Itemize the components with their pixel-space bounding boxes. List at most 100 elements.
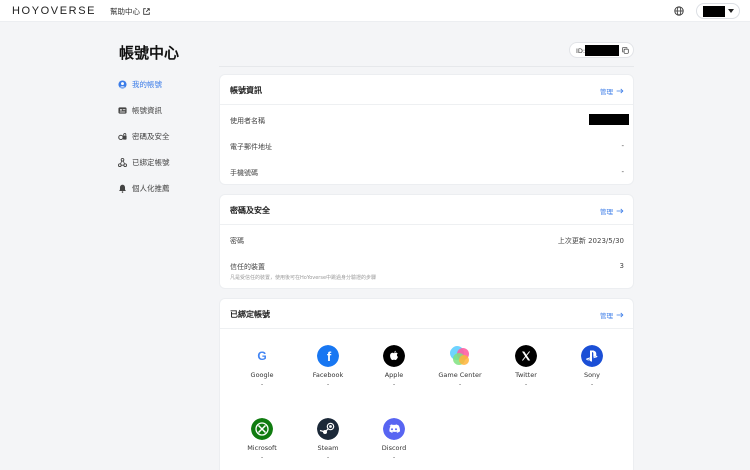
account-name: Discord (381, 444, 407, 452)
google-icon: G (251, 345, 273, 367)
discord-icon (383, 418, 405, 440)
hoyoverse-logo[interactable]: HOYOVERSE (12, 5, 96, 17)
account-name: Steam (317, 444, 339, 452)
title-divider (219, 66, 634, 67)
phone-row: 手機號碼 - (220, 165, 633, 179)
user-menu-button[interactable] (696, 3, 740, 19)
account-value: - (590, 380, 594, 388)
sidebar-item-label: 我的帳號 (132, 79, 162, 89)
linked-account-steam[interactable]: Steam - (295, 418, 361, 470)
sidebar-item-personalized[interactable]: 個人化推薦 (118, 182, 170, 194)
external-link-icon (143, 8, 150, 15)
trusted-devices-note: 凡是受信任的裝置，使用後可在HoYoverse中跳過身分驗證的步驟 (230, 275, 377, 281)
account-value: - (392, 453, 396, 461)
account-value: - (260, 453, 264, 461)
account-value: - (458, 380, 462, 388)
arrow-right-icon (616, 312, 624, 318)
bell-icon (119, 184, 126, 193)
sidebar-item-label: 帳號資訊 (132, 105, 162, 115)
steam-icon (317, 418, 339, 440)
arrow-right-icon (616, 208, 624, 214)
account-name: Microsoft (247, 444, 277, 452)
card-title: 密碼及安全 (230, 206, 270, 215)
chevron-down-icon (728, 9, 734, 13)
row-value: - (621, 142, 624, 150)
account-value: - (392, 380, 396, 388)
xbox-icon (251, 418, 273, 440)
linked-account-google[interactable]: G Google - (229, 345, 295, 397)
account-name: Sony (583, 371, 601, 379)
link-nodes-icon (118, 157, 127, 167)
user-circle-icon (118, 79, 127, 89)
sidebar-item-my-account[interactable]: 我的帳號 (118, 78, 162, 90)
row-value: 上次更新 2023/5/30 (557, 237, 624, 245)
row-value: 3 (619, 262, 624, 270)
email-row: 電子郵件地址 - (220, 139, 633, 153)
row-label: 手機號碼 (230, 169, 258, 177)
username-row: 使用者名稱 (220, 113, 633, 127)
card-title: 已綁定帳號 (230, 310, 270, 319)
linked-account-twitter[interactable]: Twitter - (493, 345, 559, 397)
manage-account-info-button[interactable]: 管理 (600, 86, 624, 96)
copy-icon[interactable] (622, 47, 629, 54)
linked-account-apple[interactable]: Apple - (361, 345, 427, 397)
manage-label: 管理 (600, 312, 613, 320)
security-card: 密碼及安全 管理 密碼 上次更新 2023/5/30 信任的裝置 3 凡是受信任… (219, 194, 634, 289)
account-name: Twitter (515, 371, 537, 379)
facebook-icon: f (317, 345, 339, 367)
manage-label: 管理 (600, 208, 613, 216)
row-label: 使用者名稱 (230, 117, 265, 125)
card-header: 帳號資訊 管理 (220, 75, 633, 105)
user-avatar-redacted (703, 6, 725, 17)
page-title: 帳號中心 (119, 44, 180, 62)
manage-security-button[interactable]: 管理 (600, 206, 624, 216)
twitter-icon (515, 345, 537, 367)
apple-icon (383, 345, 405, 367)
key-lock-icon (118, 132, 127, 140)
account-value: - (260, 380, 264, 388)
arrow-right-icon (616, 88, 624, 94)
svg-text:f: f (327, 349, 332, 364)
account-value: - (326, 453, 330, 461)
linked-account-game-center[interactable]: Game Center - (427, 345, 493, 397)
trusted-devices-row: 信任的裝置 3 (220, 259, 633, 273)
linked-accounts-card: 已綁定帳號 管理 G Google - f Facebook - Apple -… (219, 298, 634, 470)
sidebar-item-label: 已綁定帳號 (132, 157, 170, 167)
linked-account-discord[interactable]: Discord - (361, 418, 427, 470)
manage-label: 管理 (600, 88, 613, 96)
username-redacted (589, 114, 629, 125)
sidebar-item-label: 密碼及安全 (132, 131, 170, 141)
account-info-card: 帳號資訊 管理 使用者名稱 電子郵件地址 - 手機號碼 - (219, 74, 634, 185)
language-globe-icon[interactable] (674, 6, 684, 16)
card-title: 帳號資訊 (230, 86, 262, 95)
help-center-link[interactable]: 幫助中心 (110, 6, 150, 17)
card-header: 已綁定帳號 管理 (220, 299, 633, 329)
password-row: 密碼 上次更新 2023/5/30 (220, 233, 633, 247)
linked-account-facebook[interactable]: f Facebook - (295, 345, 361, 397)
sidebar-item-linked-accounts[interactable]: 已綁定帳號 (118, 156, 170, 168)
account-name: Facebook (312, 371, 344, 379)
account-id-box: ID: (569, 42, 634, 58)
id-label: ID: (576, 47, 586, 55)
card-header: 密碼及安全 管理 (220, 195, 633, 225)
sidebar-item-label: 個人化推薦 (132, 183, 170, 193)
manage-linked-button[interactable]: 管理 (600, 310, 624, 320)
playstation-icon (581, 345, 603, 367)
row-label: 信任的裝置 (230, 263, 265, 271)
help-center-label: 幫助中心 (110, 7, 140, 16)
account-value: - (524, 380, 528, 388)
game-center-icon (450, 346, 469, 365)
svg-text:G: G (257, 349, 266, 363)
account-value: - (326, 380, 330, 388)
row-label: 電子郵件地址 (230, 143, 272, 151)
sidebar-item-account-info[interactable]: 帳號資訊 (118, 104, 162, 116)
account-id-redacted (585, 45, 619, 56)
id-card-icon (118, 106, 127, 114)
account-name: Google (250, 371, 274, 379)
sidebar-item-security[interactable]: 密碼及安全 (118, 130, 170, 142)
top-bar: HOYOVERSE 幫助中心 (0, 0, 750, 22)
account-name: Game Center (438, 371, 482, 379)
linked-account-sony[interactable]: Sony - (559, 345, 625, 397)
linked-account-microsoft[interactable]: Microsoft - (229, 418, 295, 470)
row-value: - (621, 168, 624, 176)
